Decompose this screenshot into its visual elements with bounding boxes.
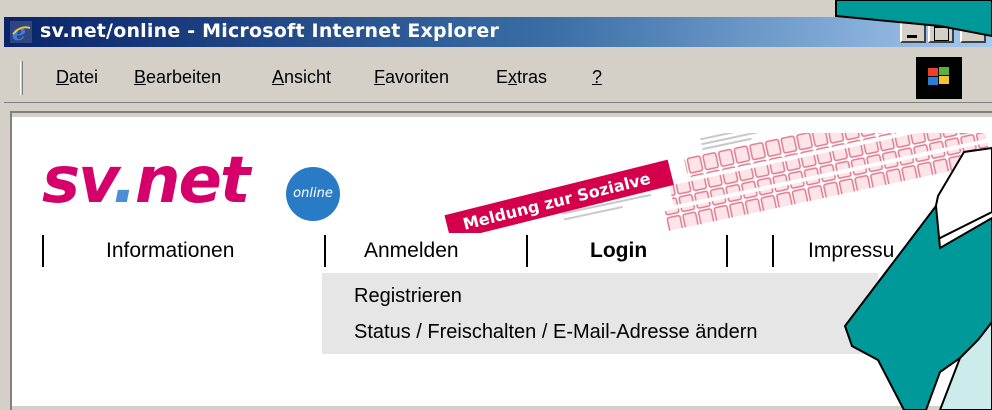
logo-dot: .	[112, 144, 137, 218]
menu-ansicht[interactable]: Ansicht	[272, 67, 331, 88]
nav-separator	[726, 235, 728, 267]
menu-datei-accel: D	[56, 67, 69, 87]
logo-net: net	[134, 144, 251, 218]
menu-help-accel: ?	[592, 67, 603, 87]
page-bottom-rule	[12, 406, 992, 410]
nav-separator	[772, 235, 774, 267]
nav-anmelden[interactable]: Anmelden	[364, 239, 459, 263]
header-banner-image: Meldung zur Sozialve	[422, 133, 992, 233]
window-title: sv.net/online - Microsoft Internet Explo…	[40, 20, 500, 42]
maximize-button[interactable]	[928, 21, 954, 43]
title-bar[interactable]: e sv.net/online - Microsoft Internet Exp…	[4, 17, 992, 47]
close-button[interactable]	[960, 21, 986, 43]
windows-throbber	[916, 57, 962, 99]
submenu-status-freischalten[interactable]: Status / Freischalten / E-Mail-Adresse ä…	[354, 321, 758, 344]
menu-extras-label: tras	[517, 67, 548, 87]
menu-bar: Datei Bearbeiten Ansicht Favoriten Extra…	[4, 53, 992, 103]
nav-separator	[526, 235, 528, 267]
page-top-rule	[12, 113, 992, 117]
toolbar-grip[interactable]	[20, 61, 23, 95]
minimize-button[interactable]	[900, 21, 926, 43]
menu-bearbeiten-label: earbeiten	[146, 67, 222, 87]
menu-ansicht-label: nsicht	[284, 67, 332, 87]
nav-informationen[interactable]: Informationen	[106, 239, 234, 263]
nav-impressum[interactable]: Impressu	[808, 239, 894, 263]
menu-favoriten-label: avoriten	[385, 67, 450, 87]
menu-datei-label: atei	[69, 67, 99, 87]
svnet-logo[interactable]: sv.net online	[42, 143, 342, 223]
nav-separator	[324, 235, 326, 267]
menu-extras[interactable]: Extras	[496, 67, 547, 88]
menu-ansicht-accel: A	[272, 67, 285, 87]
submenu-registrieren[interactable]: Registrieren	[354, 285, 462, 308]
menu-bearbeiten-accel: B	[134, 67, 147, 87]
main-nav: Informationen Anmelden Login Impressu	[12, 233, 992, 273]
page-viewport: sv.net online Meldung zur Sozialve Infor…	[10, 111, 992, 410]
logo-wordmark: sv.net	[42, 143, 251, 219]
menu-bearbeiten[interactable]: Bearbeiten	[134, 67, 221, 88]
login-submenu: Registrieren Status / Freischalten / E-M…	[322, 273, 878, 354]
menu-favoriten[interactable]: Favoriten	[374, 67, 449, 88]
nav-separator	[42, 235, 44, 267]
menu-extras-pre: E	[496, 67, 509, 87]
nav-login[interactable]: Login	[590, 239, 647, 263]
menu-help[interactable]: ?	[592, 67, 602, 88]
menu-datei[interactable]: Datei	[56, 67, 98, 88]
internet-explorer-icon: e	[10, 21, 32, 43]
logo-sv: sv	[42, 144, 115, 218]
windows-flag-icon	[928, 67, 949, 85]
browser-window: e sv.net/online - Microsoft Internet Exp…	[0, 0, 992, 410]
menu-extras-accel: x	[508, 67, 518, 87]
menu-favoriten-accel: F	[374, 67, 385, 87]
logo-online-badge: online	[286, 167, 340, 221]
